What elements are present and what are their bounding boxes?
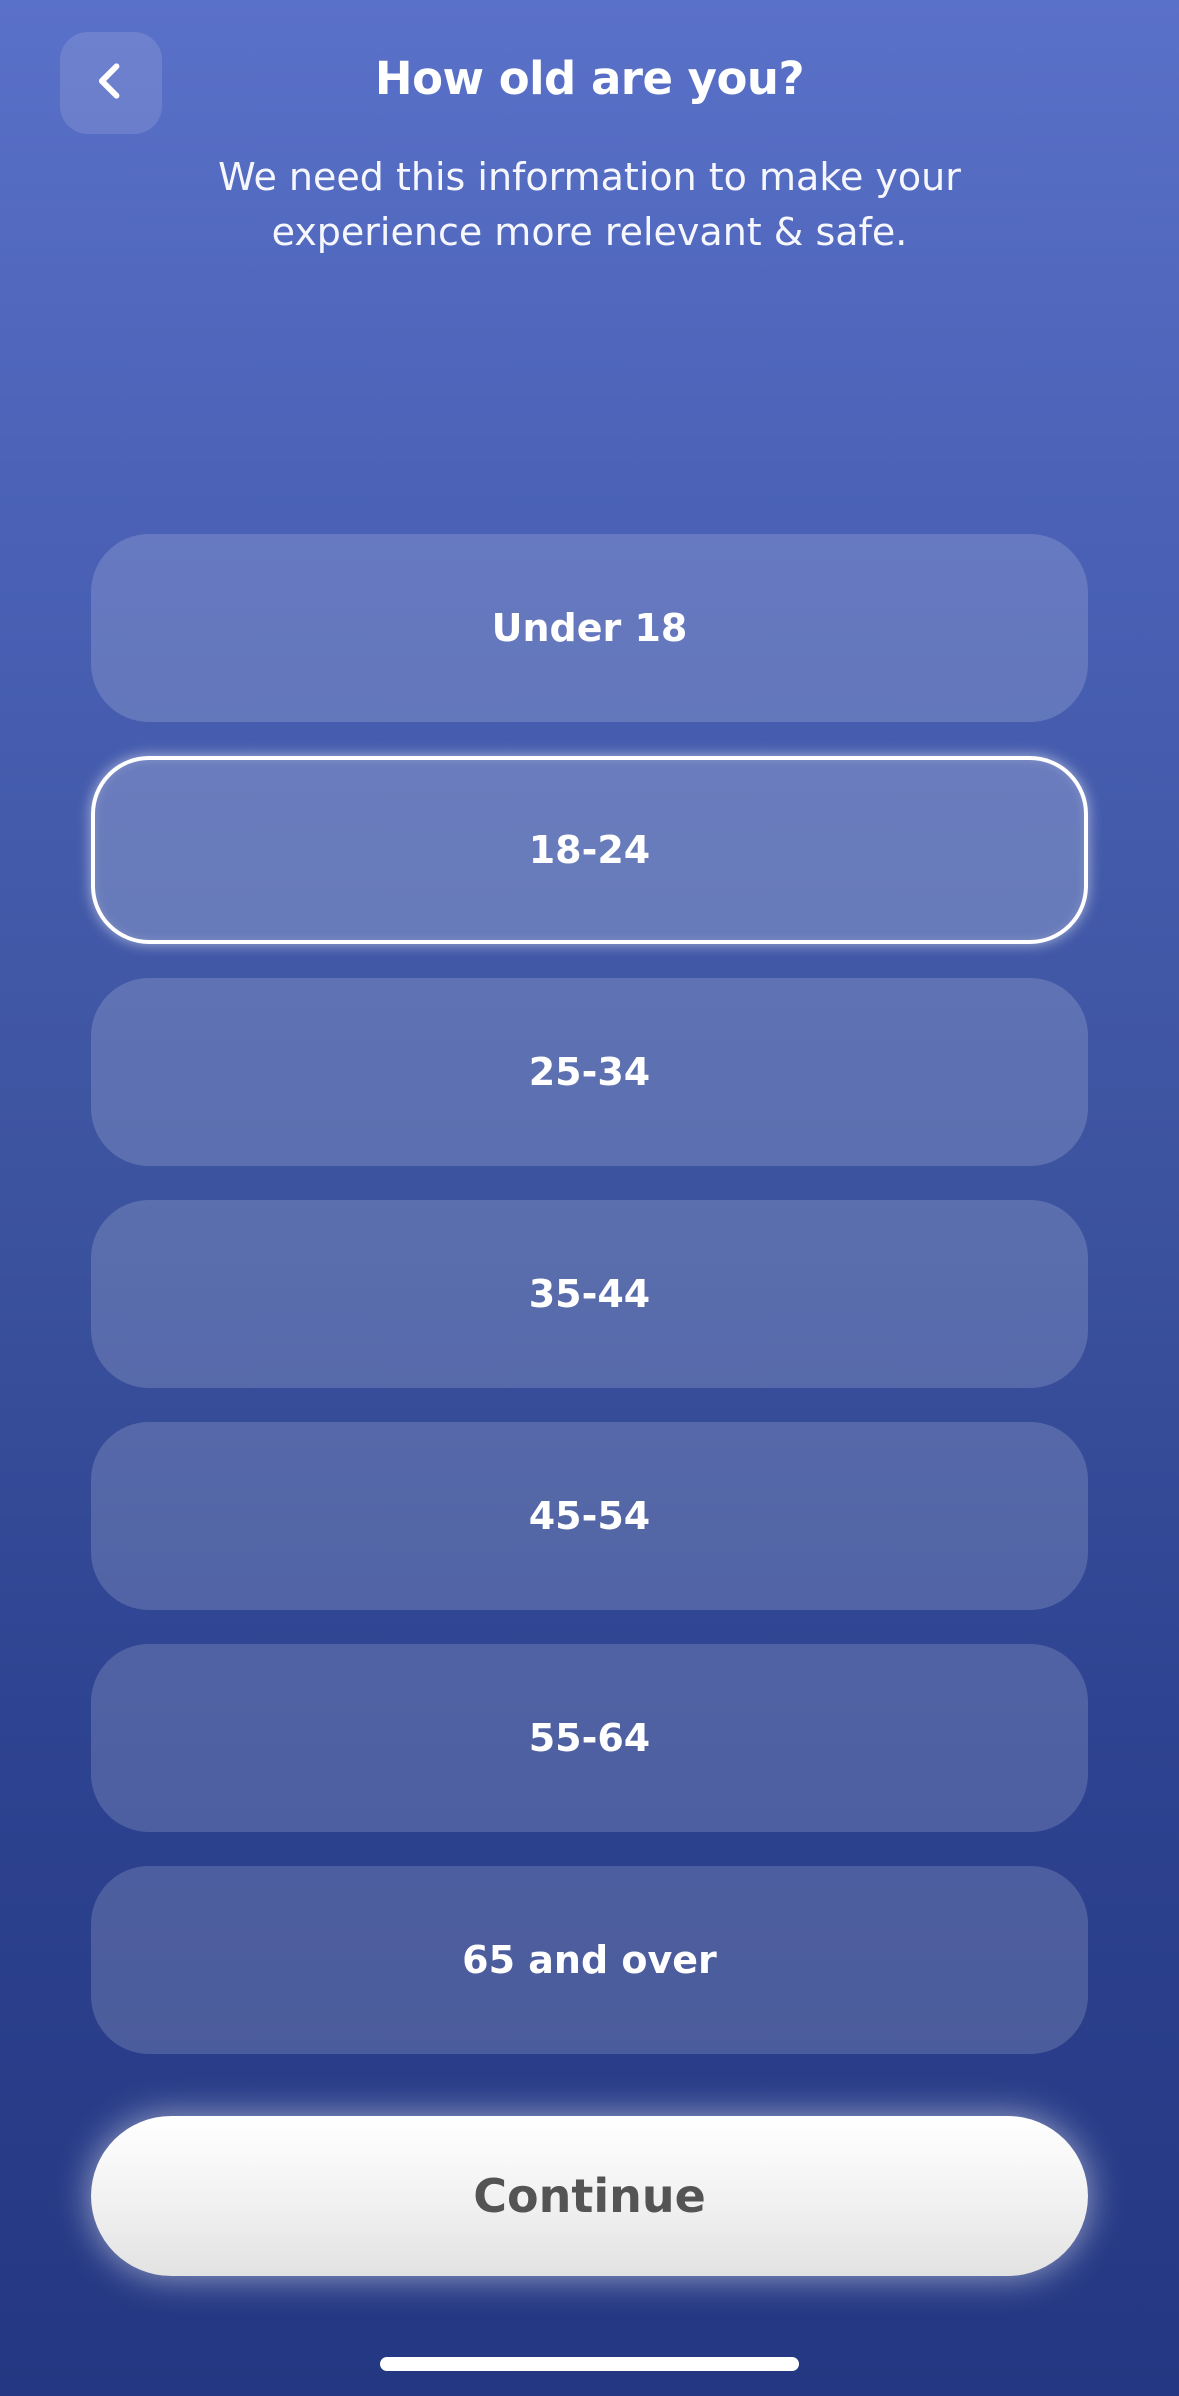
home-indicator: [380, 2357, 799, 2371]
age-option-18-24[interactable]: 18-24: [91, 756, 1088, 944]
page-title: How old are you?: [374, 52, 805, 105]
age-option-under-18[interactable]: Under 18: [91, 534, 1088, 722]
age-option-35-44[interactable]: 35-44: [91, 1200, 1088, 1388]
age-option-25-34[interactable]: 25-34: [91, 978, 1088, 1166]
age-option-45-54[interactable]: 45-54: [91, 1422, 1088, 1610]
page-subtitle: We need this information to make your ex…: [218, 155, 961, 254]
age-option-55-64[interactable]: 55-64: [91, 1644, 1088, 1832]
age-option-65-and-over[interactable]: 65 and over: [91, 1866, 1088, 2054]
age-options-list: Under 18 18-24 25-34 35-44 45-54 55-64 6…: [91, 534, 1088, 2088]
continue-button[interactable]: Continue: [91, 2116, 1088, 2276]
